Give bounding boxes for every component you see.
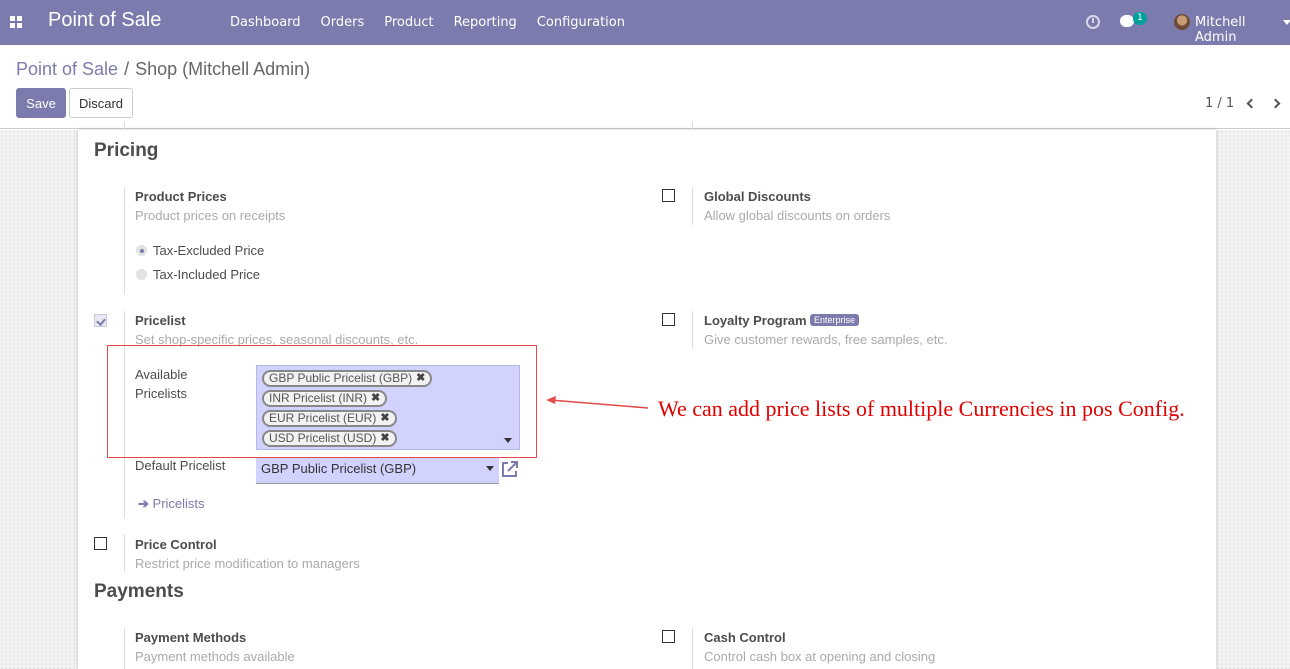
- divider: [124, 628, 125, 669]
- menu-configuration[interactable]: Configuration: [527, 0, 635, 45]
- breadcrumb-parent-link[interactable]: Point of Sale: [16, 59, 118, 79]
- price-control-desc: Restrict price modification to managers: [135, 556, 360, 571]
- user-avatar[interactable]: [1174, 14, 1190, 30]
- apps-menu-icon[interactable]: [10, 16, 22, 28]
- payment-methods-title: Payment Methods: [135, 630, 247, 645]
- arrow-right-icon: ➔: [138, 496, 149, 511]
- global-discounts-title: Global Discounts: [704, 189, 811, 204]
- divider: [124, 534, 125, 572]
- divider: [692, 121, 693, 129]
- breadcrumb-current: Shop (Mitchell Admin): [135, 59, 311, 79]
- section-title-payments: Payments: [94, 581, 184, 602]
- divider: [692, 187, 693, 225]
- control-panel: Point of Sale / Shop (Mitchell Admin) Save…: [0, 45, 1290, 129]
- divider: [124, 187, 125, 294]
- caret-down-icon[interactable]: [1283, 20, 1290, 25]
- pricelists-link-label: Pricelists: [152, 496, 205, 511]
- menu-orders[interactable]: Orders: [311, 0, 375, 45]
- loyalty-checkbox[interactable]: [662, 313, 675, 326]
- price-control-checkbox[interactable]: [94, 537, 107, 550]
- annotation-text: We can add price lists of multiple Curre…: [658, 396, 1185, 421]
- app-title[interactable]: Point of Sale: [48, 9, 161, 32]
- radio-tax-included[interactable]: [136, 269, 147, 280]
- chat-icon[interactable]: [1120, 15, 1134, 27]
- cash-control-title: Cash Control: [704, 630, 786, 645]
- radio-label-tax-excluded[interactable]: Tax-Excluded Price: [153, 243, 264, 258]
- annotation-arrow: [546, 396, 649, 409]
- save-button[interactable]: Save: [16, 88, 66, 118]
- breadcrumb: Point of Sale / Shop (Mitchell Admin): [16, 59, 310, 80]
- global-discounts-checkbox[interactable]: [662, 189, 675, 202]
- chat-count-badge: 1: [1133, 12, 1147, 25]
- caret-down-icon[interactable]: [486, 466, 494, 471]
- menu-dashboard[interactable]: Dashboard: [220, 0, 311, 45]
- cash-control-checkbox[interactable]: [662, 630, 675, 643]
- global-discounts-desc: Allow global discounts on orders: [704, 208, 891, 223]
- pager-value: 1 / 1: [1205, 96, 1235, 111]
- radio-label-tax-included[interactable]: Tax-Included Price: [153, 267, 260, 282]
- top-navbar: Point of Sale Dashboard Orders Product R…: [0, 0, 1290, 45]
- divider: [692, 311, 693, 349]
- loyalty-desc: Give customer rewards, free samples, etc…: [704, 332, 948, 347]
- menu-reporting[interactable]: Reporting: [444, 0, 527, 45]
- menu-product[interactable]: Product: [374, 0, 443, 45]
- annotation-highlight-box: [107, 345, 537, 458]
- default-pricelist-label: Default Pricelist: [135, 458, 226, 473]
- loyalty-title: Loyalty Program: [704, 313, 807, 328]
- default-pricelist-value: GBP Public Pricelist (GBP): [261, 461, 417, 476]
- chevron-left-icon[interactable]: [1245, 98, 1257, 110]
- payment-methods-desc: Payment methods available: [135, 649, 295, 664]
- discard-button[interactable]: Discard: [69, 88, 133, 118]
- breadcrumb-separator: /: [124, 59, 130, 79]
- user-menu[interactable]: Mitchell Admin: [1195, 15, 1290, 45]
- pricelists-link[interactable]: ➔ Pricelists: [138, 496, 205, 512]
- radio-tax-excluded[interactable]: [136, 245, 147, 256]
- product-prices-desc: Product prices on receipts: [135, 208, 286, 223]
- activity-clock-icon[interactable]: [1086, 15, 1100, 29]
- main-menu: Dashboard Orders Product Reporting Confi…: [220, 0, 635, 45]
- product-prices-title: Product Prices: [135, 189, 227, 204]
- chevron-right-icon[interactable]: [1270, 98, 1282, 110]
- enterprise-badge: Enterprise: [810, 314, 860, 326]
- default-pricelist-select[interactable]: GBP Public Pricelist (GBP): [256, 457, 499, 484]
- pricelist-checkbox[interactable]: [94, 314, 107, 327]
- price-control-title: Price Control: [135, 537, 217, 552]
- cash-control-desc: Control cash box at opening and closing: [704, 649, 936, 664]
- external-link-icon[interactable]: [500, 459, 520, 479]
- divider: [124, 121, 125, 129]
- pricelist-title: Pricelist: [135, 313, 186, 328]
- divider: [692, 628, 693, 669]
- section-title-pricing: Pricing: [94, 140, 159, 161]
